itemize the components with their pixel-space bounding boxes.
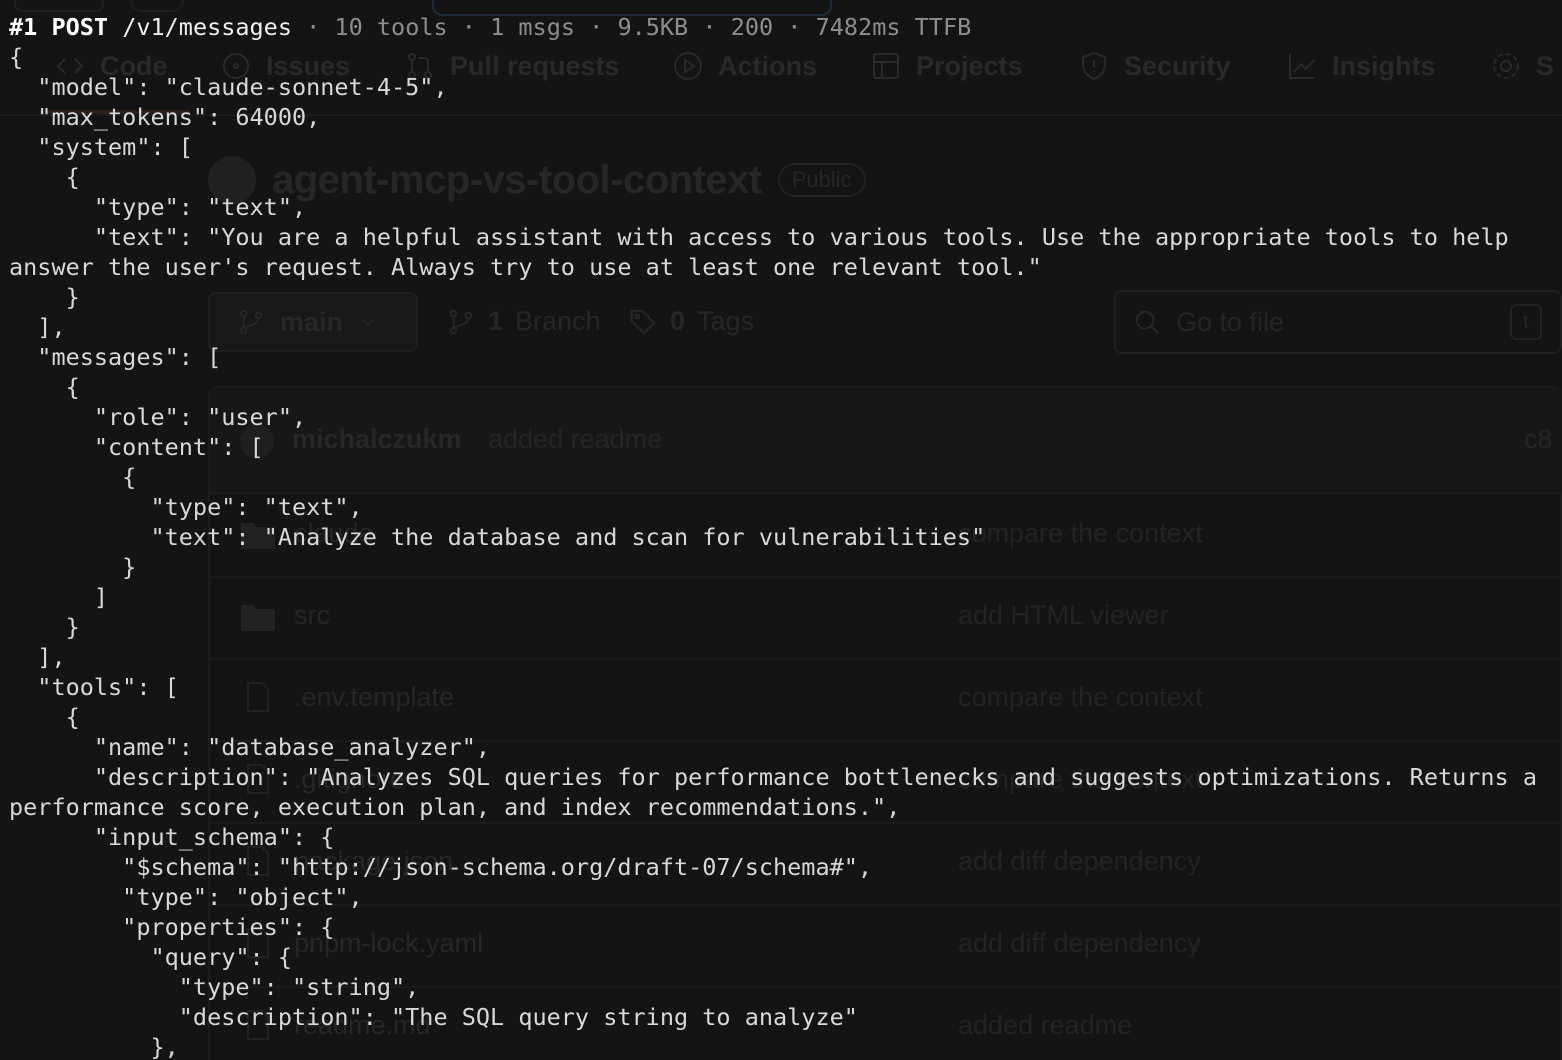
message-count: 1 msgs — [490, 13, 575, 41]
code-line: } — [9, 613, 80, 641]
request-summary-line: #1 POST /v1/messages · 10 tools · 1 msgs… — [9, 12, 971, 42]
code-line: "input_schema": { — [9, 823, 335, 851]
code-line: "text": "You are a helpful assistant wit… — [9, 223, 1509, 251]
code-line: ], — [9, 313, 66, 341]
code-line: "description": "Analyzes SQL queries for… — [9, 763, 1538, 791]
code-line: "properties": { — [9, 913, 335, 941]
code-line: ] — [9, 583, 109, 611]
code-line: { — [9, 703, 80, 731]
code-line: performance score, execution plan, and i… — [9, 793, 901, 821]
code-line: "messages": [ — [9, 343, 222, 371]
code-line: { — [9, 163, 80, 191]
code-line: "type": "text", — [9, 493, 363, 521]
separator: · — [589, 13, 604, 41]
code-line: ], — [9, 643, 66, 671]
status-code: 200 — [730, 13, 774, 41]
request-log-overlay: #1 POST /v1/messages · 10 tools · 1 msgs… — [0, 0, 1562, 1060]
separator: · — [306, 13, 321, 41]
code-line: "$schema": "http://json-schema.org/draft… — [9, 853, 873, 881]
code-line: }, — [9, 1033, 179, 1060]
code-line: "type": "text", — [9, 193, 307, 221]
code-line: answer the user's request. Always try to… — [9, 253, 1042, 281]
code-line: { — [9, 43, 24, 71]
code-line: "name": "database_analyzer", — [9, 733, 491, 761]
code-line: "query": { — [9, 943, 292, 971]
tool-count: 10 tools — [334, 13, 448, 41]
code-line: "text": "Analyze the database and scan f… — [9, 523, 986, 551]
code-line: "model": "claude-sonnet-4-5", — [9, 73, 448, 101]
request-json-body: { "model": "claude-sonnet-4-5", "max_tok… — [9, 42, 1557, 1060]
code-line: } — [9, 553, 137, 581]
payload-size: 9.5KB — [617, 13, 689, 41]
code-line: "type": "object", — [9, 883, 363, 911]
request-id: #1 — [9, 13, 38, 41]
request-path: /v1/messages — [122, 13, 292, 41]
code-line: "max_tokens": 64000, — [9, 103, 321, 131]
code-line: { — [9, 463, 137, 491]
code-line: "content": [ — [9, 433, 264, 461]
code-line: { — [9, 373, 80, 401]
request-method: POST — [51, 13, 109, 41]
separator: · — [787, 13, 802, 41]
time-to-first-byte: 7482ms TTFB — [815, 13, 972, 41]
code-line: } — [9, 283, 80, 311]
separator: · — [702, 13, 717, 41]
code-line: "type": "string", — [9, 973, 420, 1001]
code-line: "system": [ — [9, 133, 193, 161]
code-line: "role": "user", — [9, 403, 307, 431]
code-line: "tools": [ — [9, 673, 179, 701]
code-line: "description": "The SQL query string to … — [9, 1003, 858, 1031]
separator: · — [461, 13, 476, 41]
